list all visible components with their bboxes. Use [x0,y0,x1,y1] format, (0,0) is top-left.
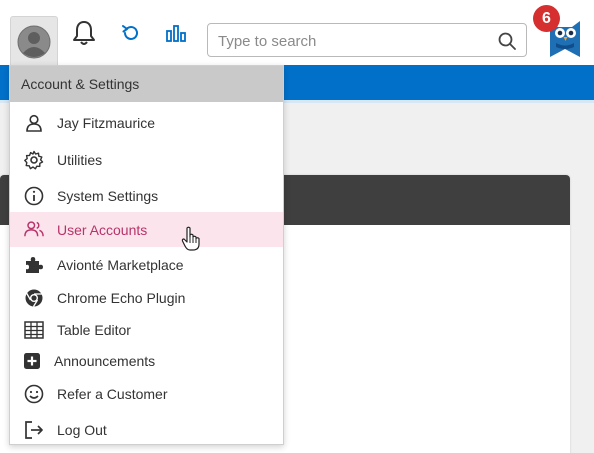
menu-item-profile[interactable]: Jay Fitzmaurice [10,106,283,140]
menu-item-refer-customer[interactable]: Refer a Customer [10,377,283,411]
menu-item-label: Avionté Marketplace [57,257,184,273]
menu-item-user-accounts[interactable]: User Accounts [10,212,283,247]
notification-count-badge[interactable]: 6 [533,5,560,32]
notifications-button[interactable] [68,0,100,65]
menu-item-system-settings[interactable]: System Settings [10,179,283,213]
hand-cursor-icon [181,226,200,251]
user-avatar-icon [17,25,51,58]
chrome-icon [24,288,44,308]
menu-item-label: Utilities [57,152,103,168]
search-box [207,23,527,57]
account-settings-menu: Account & Settings Jay Fitzmaurice Utili… [9,65,284,445]
menu-item-utilities[interactable]: Utilities [10,143,283,177]
menu-item-label: Announcements [54,353,156,369]
gear-icon [24,150,44,170]
users-icon [24,219,44,239]
account-menu-button[interactable] [10,16,58,66]
menu-item-marketplace[interactable]: Avionté Marketplace [10,248,283,282]
table-icon [24,320,44,340]
plus-square-icon [22,351,42,371]
search-icon[interactable] [498,32,516,50]
refresh-icon [122,24,138,40]
logout-icon [24,420,44,440]
menu-item-label: System Settings [57,188,159,204]
menu-item-label: User Accounts [57,221,148,238]
menu-item-table-editor[interactable]: Table Editor [10,313,283,347]
bell-icon [73,20,95,45]
top-bar: 6 [0,0,594,66]
puzzle-icon [24,255,44,275]
bar-chart-icon [166,24,186,42]
menu-item-label: Log Out [57,422,107,438]
menu-item-label: Table Editor [57,322,131,338]
refresh-button[interactable] [116,0,146,65]
menu-item-label: Refer a Customer [57,386,168,402]
user-icon [24,113,44,133]
smiley-icon [24,384,44,404]
menu-item-label: Jay Fitzmaurice [57,115,156,131]
menu-item-label: Chrome Echo Plugin [57,290,186,306]
reports-button[interactable] [160,0,192,65]
menu-title: Account & Settings [10,66,283,102]
menu-item-announcements[interactable]: Announcements [10,344,283,378]
menu-item-chrome-plugin[interactable]: Chrome Echo Plugin [10,281,283,315]
search-input[interactable] [218,30,488,52]
info-icon [24,186,44,206]
menu-item-log-out[interactable]: Log Out [10,413,283,447]
